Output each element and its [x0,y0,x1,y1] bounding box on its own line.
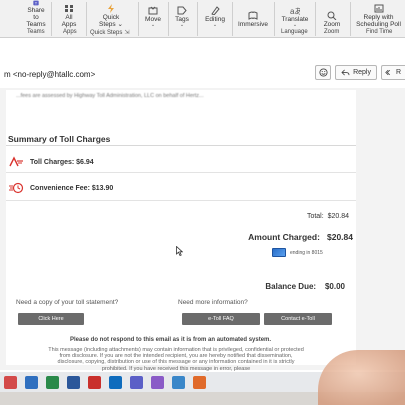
outlook-icon[interactable] [109,375,122,389]
credit-card-icon [272,248,286,257]
apps-icon [65,5,73,12]
summary-title: Summary of Toll Charges [8,134,111,144]
tags-button[interactable]: Tags ⌄ [172,0,192,28]
group-label-language: Language [281,29,308,35]
divider [6,145,356,146]
amount-charged-value: $20.84 [327,232,353,242]
chevron-down-icon: ⌄ [179,22,185,28]
ribbon-separator [232,2,233,36]
mouse-cursor-icon [176,246,183,256]
reply-all-button[interactable]: R [381,65,405,80]
total-line: Total: $20.84 [306,213,349,220]
emoji-reaction-button[interactable] [315,65,332,80]
toll-charges-label: Toll Charges: $6.94 [30,158,94,166]
balance-due-value: $0.00 [324,282,345,291]
reply-button[interactable]: Reply [335,65,377,80]
reply-with-scheduling-poll-button[interactable]: Reply with Scheduling Poll [352,0,405,28]
more-info-question: Need more information? [178,299,248,306]
scheduling-poll-icon [374,4,383,13]
teams-taskbar-icon[interactable] [130,375,143,389]
convenience-fee-row: Convenience Fee: $13.90 [8,182,113,194]
ribbon-separator [315,2,316,36]
clock-speed-icon [9,182,24,194]
translate-button[interactable]: aあ Translate ⌄ [279,0,311,28]
ribbon: T Share to Teams All Apps Quick Steps ⌄ … [0,0,405,38]
payment-card-line: ending in 8015 [272,248,323,257]
statement-question: Need a copy of your toll statement? [16,299,119,306]
group-label-zoom: Zoom [324,29,340,35]
editing-button[interactable]: Editing ⌄ [202,0,228,28]
smiley-icon [319,68,328,77]
chevron-down-icon: ⌄ [292,22,298,28]
ribbon-separator [86,2,87,36]
quick-steps-icon [108,4,114,13]
contact-etoll-button[interactable]: Contact e-Toll [264,313,332,325]
word-icon[interactable] [67,375,80,389]
zoom-icon [327,11,337,20]
ribbon-separator [51,2,52,36]
group-label-find-time: Find Time [366,29,393,35]
no-reply-notice: Please do not respond to this email as i… [70,337,272,343]
chevron-down-icon: ⌄ [212,22,218,28]
top-legal-text: ...fees are assessed by Highway Toll Adm… [16,93,204,99]
zoom-button[interactable]: Zoom [320,0,344,28]
app-icon[interactable] [4,375,17,389]
app-icon[interactable] [172,375,185,389]
divider [6,200,356,201]
legal-disclaimer: This message (including attachments) may… [48,347,304,372]
move-icon [148,6,158,15]
toll-booth-icon [9,156,23,167]
group-label-teams: Teams [27,29,45,35]
immersive-reader-button[interactable]: Immersive [236,0,270,28]
all-apps-button[interactable]: All Apps [58,0,80,28]
card-ending-text: ending in 8015 [290,249,323,256]
reply-icon [341,69,350,76]
quick-steps-button[interactable]: Quick Steps ⌄ [96,0,126,28]
excel-icon[interactable] [46,375,59,389]
convenience-fee-label: Convenience Fee: $13.90 [30,184,114,192]
toll-charges-row: Toll Charges: $6.94 [8,156,94,168]
ribbon-separator [168,2,169,36]
group-label-quick-steps: Quick Steps ⇲ [90,30,130,36]
immersive-reader-icon [248,11,258,20]
ribbon-separator [274,2,275,36]
teams-icon: T [33,0,39,6]
share-to-teams-button[interactable]: T Share to Teams [24,0,48,28]
onenote-icon[interactable] [151,375,164,389]
chrome-icon[interactable] [193,375,206,389]
tags-icon [177,6,187,15]
chevron-down-icon: ⌄ [150,22,156,28]
click-here-button[interactable]: Click Here [18,313,84,325]
ribbon-separator [350,2,351,36]
move-button[interactable]: Move ⌄ [142,0,164,28]
sender-address: m <no-reply@htallc.com> [4,70,96,79]
group-label-apps: Apps [63,29,77,35]
amount-charged-line: Amount Charged: $20.84 [248,232,353,242]
reply-all-icon [385,69,391,76]
divider [6,172,356,173]
browser-icon[interactable] [25,375,38,389]
svg-text:aあ: aあ [290,7,300,15]
ribbon-separator [138,2,139,36]
etoll-faq-button[interactable]: e-Toll FAQ [182,313,260,325]
message-header: m <no-reply@htallc.com> Reply R [0,60,405,88]
ribbon-separator [197,2,198,36]
total-value: $20.84 [327,213,349,220]
editing-icon [211,6,220,15]
translate-icon: aあ [290,7,300,15]
message-actions: Reply R [315,65,405,80]
balance-due-line: Balance Due: $0.00 [265,282,345,291]
dialog-launcher-icon[interactable]: ⇲ [124,30,129,36]
acrobat-icon[interactable] [88,375,101,389]
